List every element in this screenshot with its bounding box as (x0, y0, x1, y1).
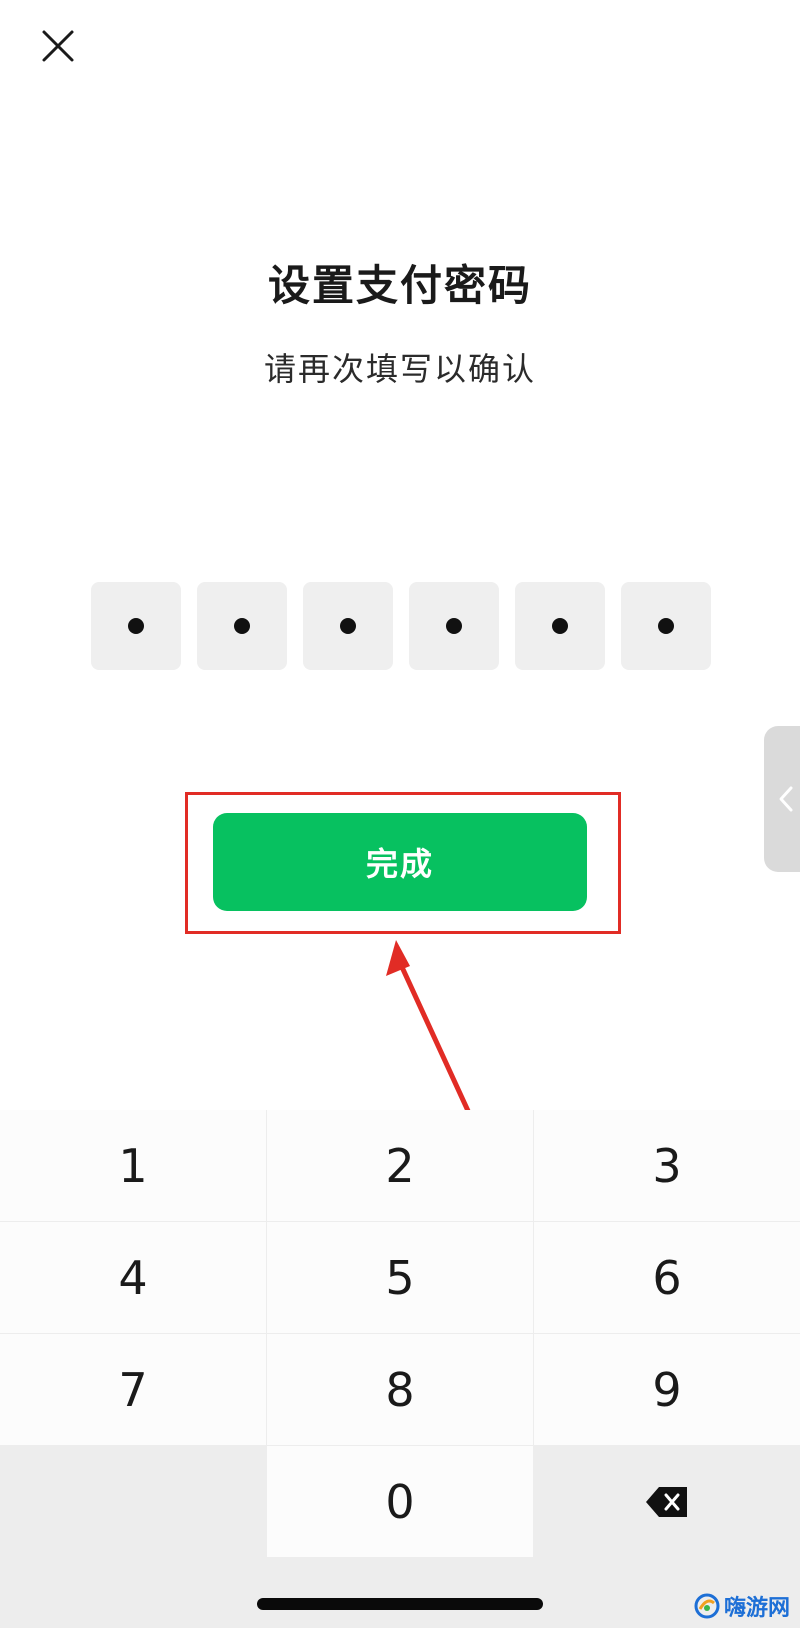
pin-input[interactable] (91, 582, 711, 670)
pin-digit-box (303, 582, 393, 670)
pin-dot (552, 618, 568, 634)
watermark: 嗨游网 (694, 1588, 798, 1624)
pin-dot (658, 618, 674, 634)
key-2[interactable]: 2 (267, 1110, 533, 1221)
done-button[interactable]: 完成 (213, 813, 587, 911)
home-indicator (257, 1598, 543, 1610)
pin-dot (446, 618, 462, 634)
key-5[interactable]: 5 (267, 1222, 533, 1333)
key-1[interactable]: 1 (0, 1110, 266, 1221)
backspace-key[interactable] (534, 1446, 800, 1557)
key-4[interactable]: 4 (0, 1222, 266, 1333)
numeric-keypad: 1 2 3 4 5 6 7 8 9 0 (0, 1110, 800, 1628)
pin-digit-box (515, 582, 605, 670)
page-title: 设置支付密码 (267, 261, 532, 310)
key-8[interactable]: 8 (267, 1334, 533, 1445)
pin-dot (234, 618, 250, 634)
key-7[interactable]: 7 (0, 1334, 266, 1445)
page-subtitle: 请再次填写以确认 (263, 350, 536, 388)
key-0[interactable]: 0 (267, 1446, 533, 1557)
key-9[interactable]: 9 (534, 1334, 800, 1445)
pin-digit-box (197, 582, 287, 670)
key-3[interactable]: 3 (534, 1110, 800, 1221)
close-button[interactable] (36, 24, 80, 68)
pin-digit-box (621, 582, 711, 670)
close-icon (42, 30, 74, 62)
pin-digit-box (409, 582, 499, 670)
key-blank (0, 1446, 266, 1557)
side-floating-tab[interactable] (764, 726, 800, 872)
backspace-icon (646, 1486, 687, 1517)
pin-dot (340, 618, 356, 634)
chevron-left-icon (779, 786, 793, 812)
pin-dot (128, 618, 144, 634)
key-6[interactable]: 6 (534, 1222, 800, 1333)
watermark-text: 嗨游网 (724, 1596, 791, 1621)
site-logo-icon (694, 1593, 720, 1619)
pin-digit-box (91, 582, 181, 670)
